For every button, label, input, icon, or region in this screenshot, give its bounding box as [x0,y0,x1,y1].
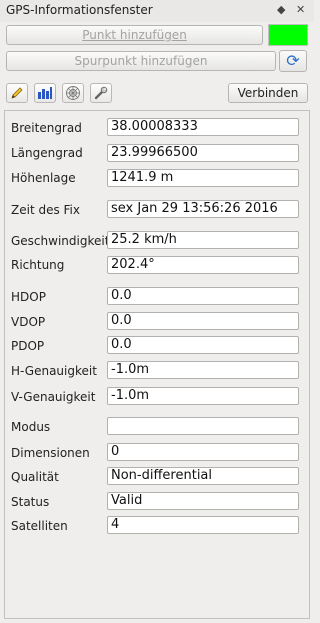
latitude-label: Breitengrad [11,121,82,135]
add-point-label: Punkt hinzufügen [82,28,187,42]
wrench-icon [94,86,108,100]
signal-tool-button[interactable] [34,83,56,103]
add-track-point-button[interactable]: Spurpunkt hinzufügen [6,51,276,71]
connect-label: Verbinden [237,86,299,100]
fix-time-label: Zeit des Fix [11,203,80,217]
quality-field[interactable]: Non-differential [107,467,299,485]
float-icon[interactable]: ◆ [277,3,285,17]
polar-plot-icon [66,86,80,100]
vdop-label: VDOP [11,315,46,329]
status-label: Status [11,495,50,509]
v-accuracy-field[interactable]: -1.0m [107,387,299,405]
window-title: GPS-Informationsfenster [6,3,153,17]
hdop-label: HDOP [11,290,46,304]
vdop-field[interactable]: 0.0 [107,312,299,330]
altitude-field[interactable]: 1241.9 m [107,169,299,187]
options-tool-button[interactable] [90,83,112,103]
longitude-label: Längengrad [11,146,83,160]
refresh-button[interactable]: ⟳ [279,50,307,72]
fix-time-field[interactable]: sex Jan 29 13:56:26 2016 [107,200,299,218]
hdop-field[interactable]: 0.0 [107,287,299,305]
longitude-field[interactable]: 23.99966500 [107,144,299,162]
connect-button[interactable]: Verbinden [228,83,308,103]
refresh-icon: ⟳ [286,51,300,70]
dimensions-label: Dimensionen [11,446,90,460]
speed-label: Geschwindigkeit [11,234,110,248]
altitude-label: Höhenlage [11,171,76,185]
add-point-button[interactable]: Punkt hinzufügen [6,25,263,45]
direction-field[interactable]: 202.4° [107,256,299,274]
pencil-icon [11,87,23,99]
latitude-field[interactable]: 38.00008333 [107,118,299,136]
h-accuracy-label: H-Genauigkeit [11,364,97,378]
h-accuracy-field[interactable]: -1.0m [107,361,299,379]
pdop-label: PDOP [11,339,45,353]
satellites-label: Satelliten [11,519,68,533]
mode-label: Modus [11,420,51,434]
gps-status-indicator [268,24,308,46]
satellite-tool-button[interactable] [62,83,84,103]
quality-label: Qualität [11,470,59,484]
add-track-point-label: Spurpunkt hinzufügen [74,54,208,68]
direction-label: Richtung [11,258,65,272]
speed-field[interactable]: 25.2 km/h [107,231,299,249]
v-accuracy-label: V-Genauigkeit [11,390,96,404]
bar-chart-icon [38,87,52,99]
position-tool-button[interactable] [6,83,28,103]
title-bar: GPS-Informationsfenster ◆ ✕ [0,0,314,22]
mode-field[interactable] [107,417,299,435]
dimensions-field[interactable]: 0 [107,443,299,461]
status-field[interactable]: Valid [107,492,299,510]
satellites-field[interactable]: 4 [107,516,299,534]
pdop-field[interactable]: 0.0 [107,336,299,354]
close-icon[interactable]: ✕ [296,3,305,17]
